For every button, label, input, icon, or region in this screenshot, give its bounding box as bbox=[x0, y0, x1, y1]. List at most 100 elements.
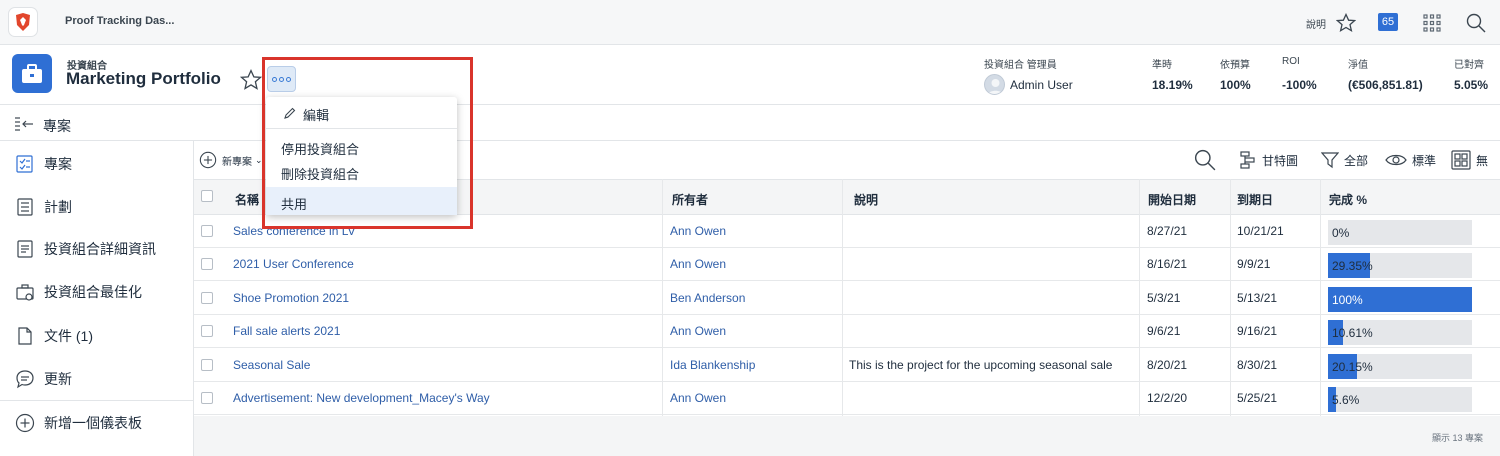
filter-label: 全部 bbox=[1344, 153, 1369, 168]
table-row[interactable]: Shoe Promotion 2021 Ben Anderson 5/3/21 5/1… bbox=[194, 282, 1500, 315]
add-circle-icon bbox=[199, 151, 217, 169]
due-date-cell: 5/25/21 bbox=[1237, 391, 1278, 405]
portfolio-icon bbox=[12, 54, 52, 93]
column-header-start-date[interactable]: 開始日期 bbox=[1148, 191, 1196, 208]
owner-name[interactable]: Admin User bbox=[1010, 78, 1073, 92]
top-bar: Proof Tracking Das... 說明 65 bbox=[0, 0, 1500, 45]
progress-label: 100% bbox=[1332, 292, 1363, 307]
progress-bar: 29.35% bbox=[1328, 253, 1472, 279]
project-name-link[interactable]: Advertisement: New development_Macey's W… bbox=[233, 391, 490, 405]
menu-item-label: 編輯 bbox=[303, 108, 330, 123]
due-date-cell: 5/13/21 bbox=[1237, 290, 1278, 305]
owner-link[interactable]: Ann Owen bbox=[670, 257, 726, 271]
row-checkbox[interactable] bbox=[201, 291, 213, 304]
progress-bar: 20.15% bbox=[1328, 353, 1472, 379]
eye-icon bbox=[1385, 154, 1407, 166]
column-divider bbox=[1230, 179, 1231, 416]
table-row[interactable]: Fall sale alerts 2021 Ann Owen 9/6/21 9/16/… bbox=[194, 315, 1500, 349]
favorite-star-icon[interactable] bbox=[1335, 12, 1357, 34]
project-name-link[interactable]: 2021 User Conference bbox=[233, 257, 354, 271]
dot-icon bbox=[272, 76, 277, 82]
progress-label: 29.35% bbox=[1332, 259, 1373, 274]
column-header-due-date[interactable]: 到期日 bbox=[1237, 191, 1273, 208]
new-project-button[interactable]: 新專案 ⌄ bbox=[199, 150, 263, 170]
collapse-sidebar-icon[interactable] bbox=[13, 115, 35, 133]
project-name-link[interactable]: Seasonal Sale bbox=[233, 358, 310, 372]
apps-grid-icon[interactable] bbox=[1421, 12, 1443, 34]
owner-link[interactable]: Ben Anderson bbox=[670, 291, 745, 305]
sidebar-item-label: 更新 bbox=[44, 371, 72, 387]
menu-item-label: 共用 bbox=[281, 197, 308, 212]
sidebar-item-portfolio-details[interactable]: 投資組合詳細資訊 bbox=[0, 231, 193, 267]
sidebar-item-label: 專案 bbox=[44, 156, 72, 172]
column-header-percent-complete[interactable]: 完成 % bbox=[1329, 191, 1367, 208]
list-icon bbox=[17, 198, 33, 216]
stat-label-roi: ROI bbox=[1282, 56, 1300, 67]
help-link[interactable]: 說明 bbox=[1306, 16, 1326, 31]
progress-bar: 5.6% bbox=[1328, 387, 1472, 412]
row-checkbox[interactable] bbox=[201, 258, 213, 271]
owner-link[interactable]: Ann Owen bbox=[670, 391, 726, 405]
menu-item-edit[interactable]: 編輯 bbox=[266, 99, 457, 125]
project-name-link[interactable]: Shoe Promotion 2021 bbox=[233, 291, 349, 305]
table-row[interactable]: Sales conference in LV Ann Owen 8/27/21 10/… bbox=[194, 215, 1500, 248]
row-checkbox[interactable] bbox=[201, 325, 213, 338]
sidebar-item-updates[interactable]: 更新 bbox=[0, 361, 193, 397]
column-divider bbox=[1139, 179, 1140, 416]
progress-label: 5.6% bbox=[1332, 393, 1360, 407]
menu-item-deactivate[interactable]: 停用投資組合 bbox=[266, 133, 457, 159]
app-logo-icon[interactable] bbox=[8, 7, 38, 37]
start-date-cell: 12/2/20 bbox=[1147, 391, 1188, 405]
dot-icon bbox=[286, 76, 291, 82]
page-title: Marketing Portfolio bbox=[66, 69, 221, 88]
new-project-label: 新專案 bbox=[222, 156, 252, 168]
table-row[interactable]: 2021 User Conference Ann Owen 8/16/21 9/9/2… bbox=[194, 248, 1500, 282]
row-checkbox[interactable] bbox=[201, 392, 213, 404]
project-name-link[interactable]: Fall sale alerts 2021 bbox=[233, 324, 340, 338]
owner-link[interactable]: Ida Blankenship bbox=[670, 358, 755, 372]
due-date-cell: 10/21/21 bbox=[1237, 224, 1284, 238]
owner-label: 投資組合 管理員 bbox=[984, 60, 1057, 71]
comment-icon bbox=[16, 370, 34, 389]
sidebar-item-label: 計劃 bbox=[44, 199, 72, 215]
search-icon[interactable] bbox=[1465, 12, 1487, 34]
chevron-down-icon: ⌄ bbox=[255, 154, 263, 165]
row-checkbox[interactable] bbox=[201, 358, 213, 371]
sidebar-item-label: 新增一個儀表板 bbox=[44, 415, 142, 431]
row-checkbox[interactable] bbox=[201, 225, 213, 237]
notification-badge[interactable]: 65 bbox=[1378, 13, 1398, 31]
project-name-link[interactable]: Sales conference in LV bbox=[233, 224, 356, 238]
view-button[interactable]: 標準 bbox=[1385, 150, 1436, 170]
more-options-button[interactable] bbox=[267, 66, 296, 92]
stat-label-alignment: 已對齊 bbox=[1454, 60, 1484, 71]
table-row[interactable]: Seasonal Sale Ida Blankenship This is the … bbox=[194, 349, 1500, 382]
browser-tab-title[interactable]: Proof Tracking Das... bbox=[65, 15, 174, 27]
search-button[interactable] bbox=[1194, 149, 1221, 171]
owner-link[interactable]: Ann Owen bbox=[670, 324, 726, 338]
grouping-button[interactable]: 無 bbox=[1451, 150, 1488, 170]
start-date-cell: 9/6/21 bbox=[1147, 324, 1181, 339]
divider bbox=[0, 400, 193, 401]
sidebar-item-programs[interactable]: 計劃 bbox=[0, 189, 193, 225]
column-header-description[interactable]: 說明 bbox=[854, 191, 878, 208]
column-header-owner[interactable]: 所有者 bbox=[672, 191, 708, 208]
menu-item-share[interactable]: 共用 bbox=[266, 187, 457, 215]
select-all-checkbox[interactable] bbox=[201, 190, 213, 202]
gantt-button[interactable]: 甘特圖 bbox=[1239, 150, 1298, 170]
table-row[interactable]: Advertisement: New development_Macey's W… bbox=[194, 382, 1500, 415]
avatar[interactable] bbox=[984, 74, 1005, 95]
sidebar-item-documents[interactable]: 文件 (1) bbox=[0, 318, 193, 354]
due-date-cell: 9/16/21 bbox=[1237, 324, 1278, 339]
favorite-star-icon[interactable] bbox=[239, 69, 263, 91]
column-header-name[interactable]: 名稱 bbox=[235, 191, 259, 208]
sidebar-item-add-dashboard[interactable]: 新增一個儀表板 bbox=[0, 405, 193, 441]
due-date-cell: 8/30/21 bbox=[1237, 357, 1278, 372]
progress-bar: 100% bbox=[1328, 286, 1472, 312]
file-icon bbox=[18, 327, 32, 345]
stat-value-alignment: 5.05% bbox=[1454, 78, 1489, 92]
sidebar-item-projects[interactable]: 專案 bbox=[0, 146, 193, 182]
menu-item-delete[interactable]: 刪除投資組合 bbox=[266, 158, 457, 184]
filter-button[interactable]: 全部 bbox=[1321, 150, 1368, 170]
sidebar-item-portfolio-optimizer[interactable]: 投資組合最佳化 bbox=[0, 274, 193, 310]
owner-link[interactable]: Ann Owen bbox=[670, 224, 726, 238]
